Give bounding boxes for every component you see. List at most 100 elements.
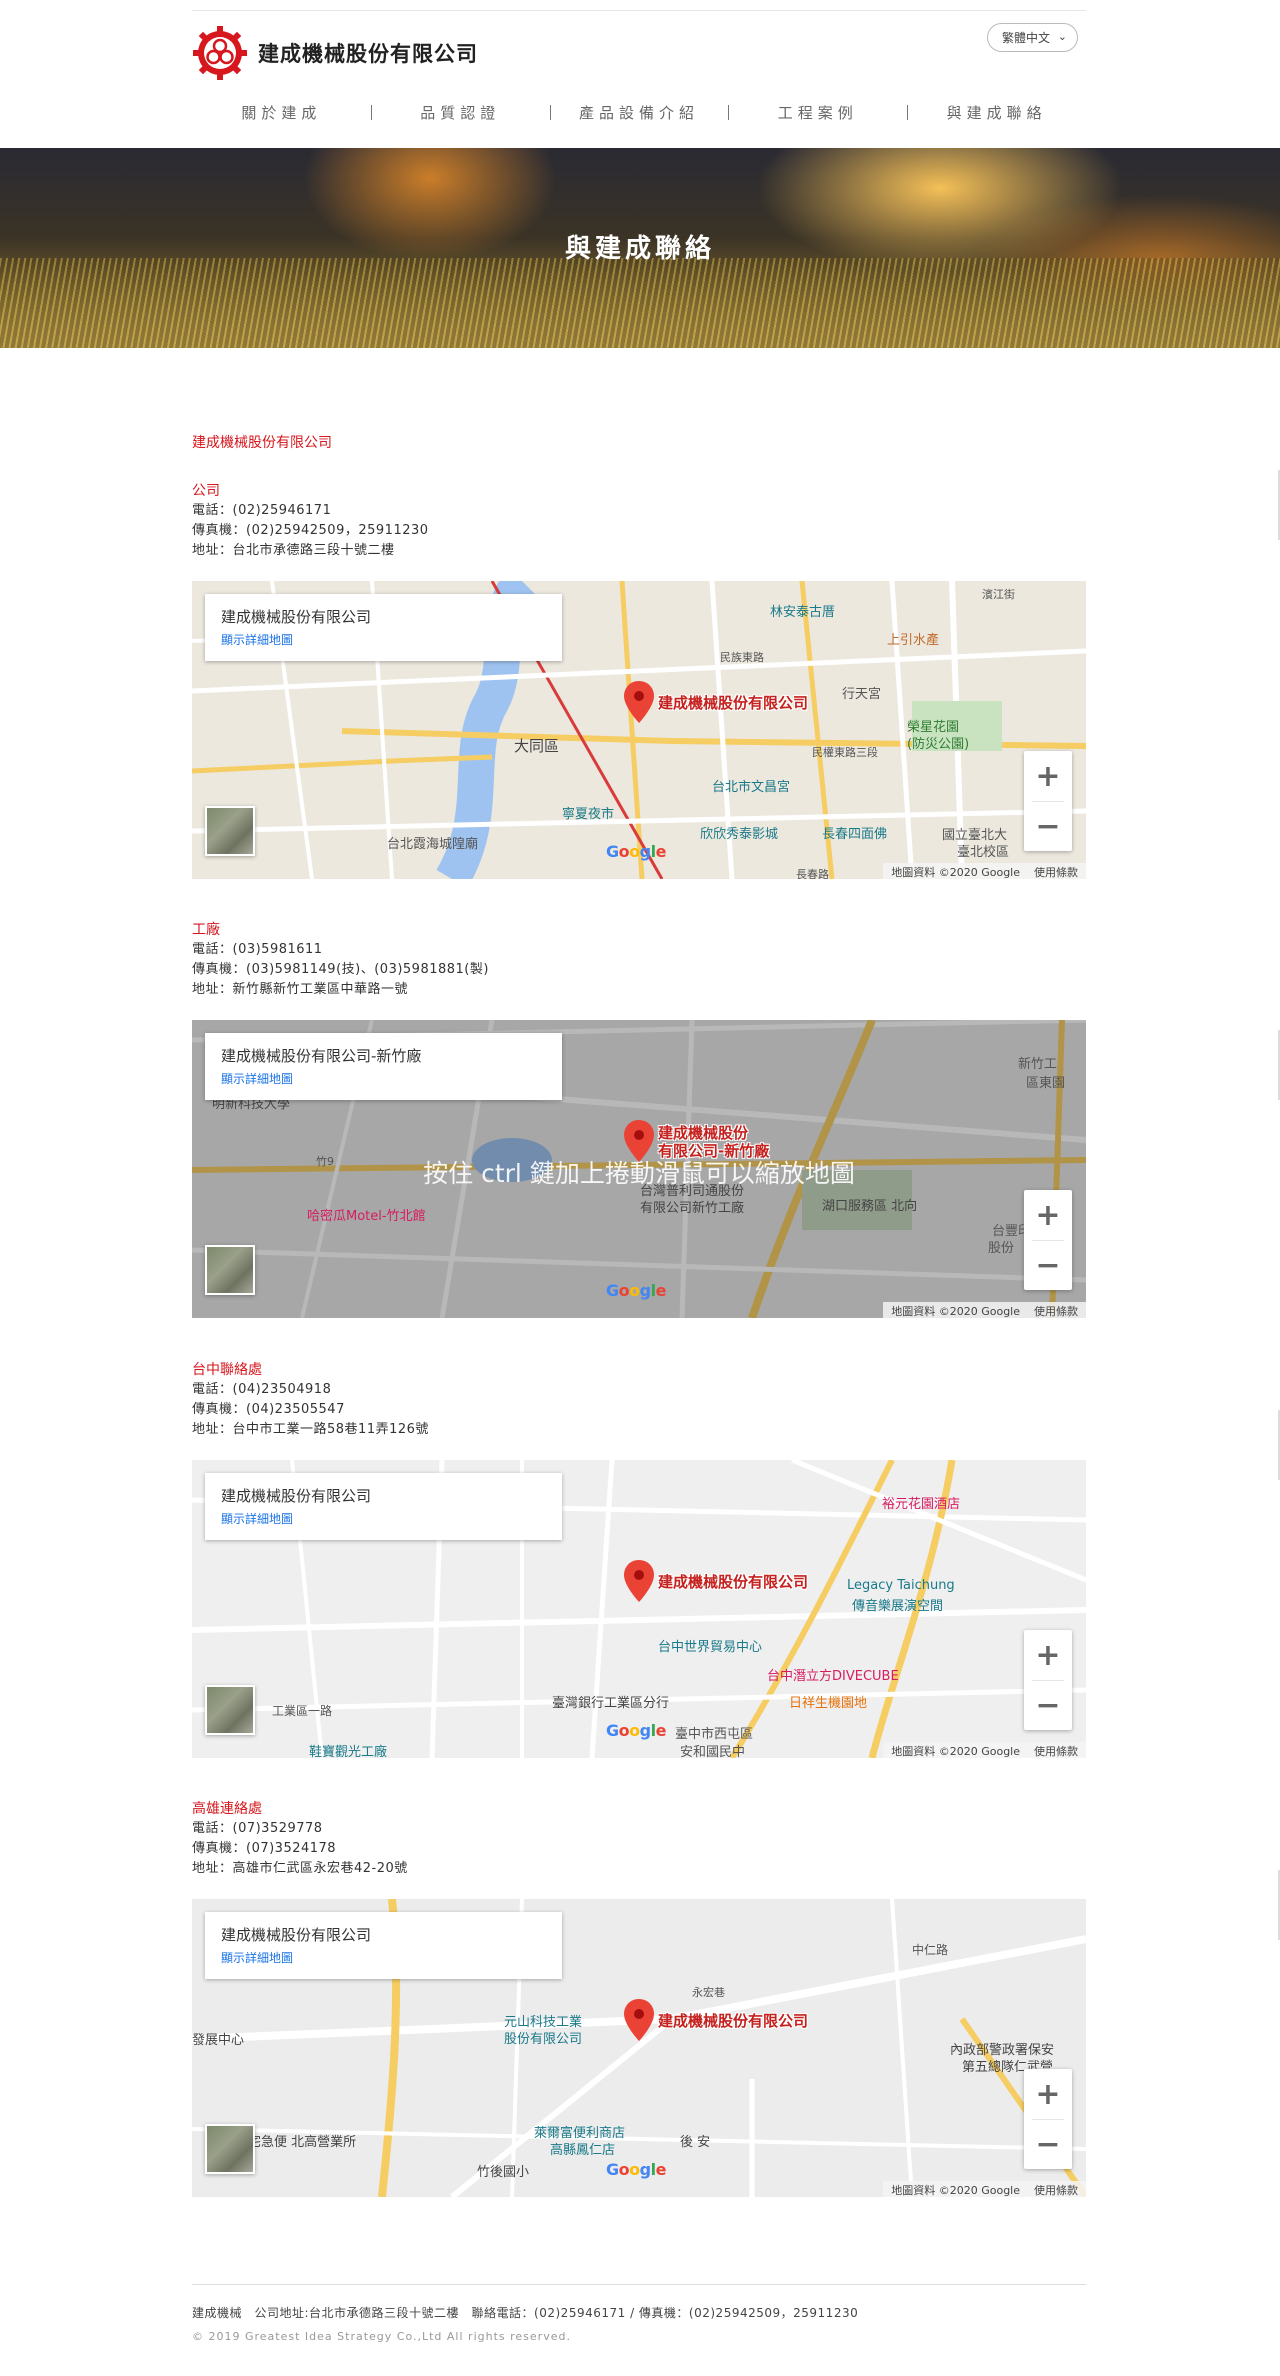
map-terms-link[interactable]: 使用條款 bbox=[1034, 1303, 1078, 1318]
map-pin-icon[interactable] bbox=[624, 681, 654, 723]
map-zoom-control: + − bbox=[1024, 1190, 1072, 1290]
location-title: 台中聯絡處 bbox=[192, 1362, 262, 1378]
map-place-label: 長春四面佛 bbox=[822, 827, 888, 842]
google-logo: Google bbox=[606, 842, 666, 861]
map-place-label: 上引水產 bbox=[887, 633, 940, 648]
nav-item-about[interactable]: 關於建成 bbox=[192, 102, 371, 123]
map-attribution: 地圖資料 ©2020 Google 使用條款 bbox=[883, 2181, 1086, 2197]
map-office[interactable]: 林安泰古厝 上引水產 大同區 台北市文昌宮 寧夏夜市 欣欣秀泰影城 長春四面佛 … bbox=[192, 581, 1086, 879]
location-address: 地址：高雄市仁武區永宏巷42-20號 bbox=[192, 1861, 408, 1876]
map-place-label: 安和國民中 bbox=[680, 1745, 746, 1758]
map-attribution-text: 地圖資料 ©2020 Google bbox=[891, 866, 1020, 879]
map-place-label: 有限公司新竹工廠 bbox=[640, 1201, 745, 1216]
location-fax: 傳真機：(04)23505547 bbox=[192, 1402, 345, 1417]
location-info-factory: 工廠 電話：(03)5981611 傳真機：(03)5981149(技)、(03… bbox=[192, 920, 1086, 1000]
map-place-label: 竹後國小 bbox=[477, 2165, 530, 2180]
map-pin-label: 建成機械股份有限公司 bbox=[658, 694, 809, 712]
footer-copyright: © 2019 Greatest Idea Strategy Co.,Ltd Al… bbox=[192, 2330, 571, 2343]
nav-item-cases[interactable]: 工程案例 bbox=[728, 102, 907, 123]
zoom-out-button[interactable]: − bbox=[1024, 801, 1072, 851]
map-place-label: 寧夏夜市 bbox=[562, 807, 615, 822]
footer-contact: 建成機械 公司地址:台北市承德路三段十號二樓 聯絡電話：(02)25946171… bbox=[192, 2306, 859, 2320]
map-place-label: 濱江街 bbox=[982, 588, 1015, 601]
map-place-label: 裕元花園酒店 bbox=[882, 1497, 961, 1512]
site-logo[interactable]: 建成機械股份有限公司 bbox=[192, 25, 478, 81]
map-pin-label: 建成機械股份有限公司 bbox=[658, 1573, 809, 1591]
gear-logo-icon bbox=[193, 26, 247, 80]
map-card-name: 建成機械股份有限公司-新竹廠 bbox=[221, 1047, 422, 1065]
zoom-divider bbox=[1032, 2119, 1064, 2120]
map-pin-icon[interactable] bbox=[624, 1120, 654, 1162]
zoom-in-button[interactable]: + bbox=[1024, 751, 1072, 801]
nav-item-products[interactable]: 產品設備介紹 bbox=[549, 102, 729, 123]
map-factory[interactable]: 按住 ctrl 鍵加上捲動滑鼠可以縮放地圖 明新科技大學 哈密瓜Motel-竹北… bbox=[192, 1020, 1086, 1318]
map-zoom-control: + − bbox=[1024, 751, 1072, 851]
satellite-toggle[interactable] bbox=[205, 806, 255, 856]
map-place-label: 台北市文昌宮 bbox=[712, 780, 791, 795]
main-nav: 關於建成 品質認證 產品設備介紹 工程案例 與建成聯絡 bbox=[192, 100, 1086, 124]
map-place-label: (防災公園) bbox=[907, 737, 970, 752]
zoom-divider bbox=[1032, 1240, 1064, 1241]
google-logo: Google bbox=[606, 1721, 666, 1740]
location-info-taichung: 台中聯絡處 電話：(04)23504918 傳真機：(04)23505547 地… bbox=[192, 1360, 1086, 1440]
map-place-label: 日祥生機園地 bbox=[789, 1696, 868, 1711]
map-place-label: 行天宮 bbox=[842, 687, 882, 702]
map-place-label: 傳音樂展演空間 bbox=[852, 1599, 944, 1614]
map-place-label: 宅急便 北高營業所 bbox=[248, 2135, 357, 2150]
header-divider bbox=[192, 10, 1086, 11]
nav-item-quality[interactable]: 品質認證 bbox=[370, 102, 550, 123]
map-card-link[interactable]: 顯示詳細地圖 bbox=[221, 631, 546, 648]
location-title: 高雄連絡處 bbox=[192, 1801, 262, 1817]
satellite-toggle[interactable] bbox=[205, 1685, 255, 1735]
map-card-link[interactable]: 顯示詳細地圖 bbox=[221, 1070, 546, 1087]
map-place-label: 臺中市西屯區 bbox=[675, 1727, 754, 1742]
zoom-divider bbox=[1032, 801, 1064, 802]
nav-item-contact[interactable]: 與建成聯絡 bbox=[907, 102, 1086, 123]
map-place-label: 鞋寶觀光工廠 bbox=[309, 1745, 388, 1758]
page-title: 與建成聯絡 bbox=[564, 234, 715, 264]
map-pin-icon[interactable] bbox=[624, 1560, 654, 1602]
language-select[interactable]: 繁體中文 ⌄ bbox=[987, 23, 1078, 52]
map-pin-icon[interactable] bbox=[624, 1999, 654, 2041]
map-card-link[interactable]: 顯示詳細地圖 bbox=[221, 1949, 546, 1966]
map-attribution-text: 地圖資料 ©2020 Google bbox=[891, 2184, 1020, 2197]
zoom-in-button[interactable]: + bbox=[1024, 1630, 1072, 1680]
satellite-toggle[interactable] bbox=[205, 1245, 255, 1295]
map-place-label: Legacy Taichung bbox=[847, 1578, 955, 1593]
brand-name: 建成機械股份有限公司 bbox=[258, 42, 478, 66]
map-place-label: 臺北校區 bbox=[957, 845, 1010, 860]
map-terms-link[interactable]: 使用條款 bbox=[1034, 2182, 1078, 2197]
zoom-in-button[interactable]: + bbox=[1024, 1190, 1072, 1240]
map-taichung[interactable]: 裕元花園酒店 Legacy Taichung 傳音樂展演空間 台中世界貿易中心 … bbox=[192, 1460, 1086, 1758]
location-info-office: 公司 電話：(02)25946171 傳真機：(02)25942509，2591… bbox=[192, 481, 1086, 561]
map-kaohsiung[interactable]: 元山科技工業 股份有限公司 萊爾富便利商店 高縣鳳仁店 宅急便 北高營業所 竹後… bbox=[192, 1899, 1086, 2197]
page-banner: 與建成聯絡 bbox=[0, 148, 1280, 348]
map-zoom-control: + − bbox=[1024, 1630, 1072, 1730]
zoom-out-button[interactable]: − bbox=[1024, 1680, 1072, 1730]
map-place-label: 林安泰古厝 bbox=[770, 605, 836, 620]
map-terms-link[interactable]: 使用條款 bbox=[1034, 1743, 1078, 1758]
map-place-label: 台中世界貿易中心 bbox=[658, 1640, 763, 1655]
map-zoom-control: + − bbox=[1024, 2069, 1072, 2169]
satellite-toggle[interactable] bbox=[205, 2124, 255, 2174]
zoom-in-button[interactable]: + bbox=[1024, 2069, 1072, 2119]
map-terms-link[interactable]: 使用條款 bbox=[1034, 864, 1078, 879]
map-card-link[interactable]: 顯示詳細地圖 bbox=[221, 1510, 546, 1527]
location-phone: 電話：(02)25946171 bbox=[192, 503, 332, 518]
map-attribution: 地圖資料 ©2020 Google 使用條款 bbox=[883, 1742, 1086, 1758]
map-attribution: 地圖資料 ©2020 Google 使用條款 bbox=[883, 863, 1086, 879]
map-place-label: 欣欣秀泰影城 bbox=[700, 827, 779, 842]
map-place-label: 台中潛立方DIVECUBE bbox=[767, 1669, 899, 1684]
footer-divider bbox=[192, 2284, 1086, 2285]
map-place-label: 後 安 bbox=[680, 2135, 711, 2150]
chevron-down-icon: ⌄ bbox=[1057, 30, 1067, 43]
map-info-card: 建成機械股份有限公司-新竹廠 顯示詳細地圖 bbox=[205, 1033, 562, 1100]
zoom-out-button[interactable]: − bbox=[1024, 2119, 1072, 2169]
zoom-out-button[interactable]: − bbox=[1024, 1240, 1072, 1290]
location-address: 地址：台中市工業一路58巷11弄126號 bbox=[192, 1422, 429, 1437]
map-place-label: 竹9 bbox=[316, 1155, 334, 1168]
map-place-label: 台北霞海城隍廟 bbox=[387, 837, 479, 852]
map-place-label: 民族東路 bbox=[720, 651, 764, 664]
map-place-label: 大同區 bbox=[514, 737, 560, 755]
map-place-label: 新竹工 bbox=[1018, 1057, 1058, 1072]
